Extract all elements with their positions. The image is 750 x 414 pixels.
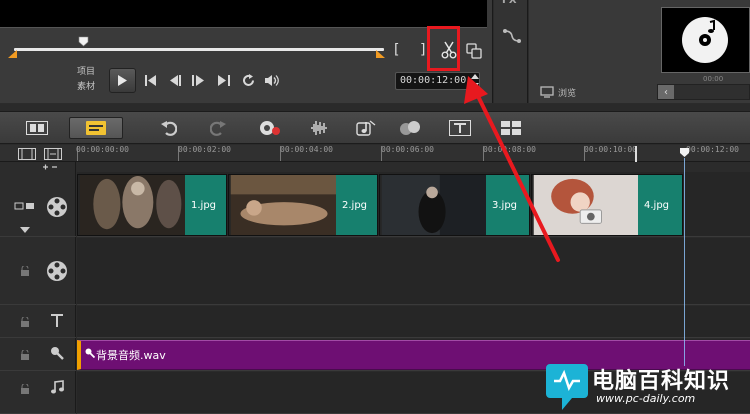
preview-screen — [0, 0, 487, 28]
playhead-handle[interactable] — [679, 147, 690, 158]
redo-icon — [210, 121, 226, 136]
next-frame-button[interactable] — [190, 72, 206, 88]
music-disc-icon — [682, 17, 728, 63]
playhead-line — [684, 158, 685, 366]
scroll-left-button[interactable]: ‹ — [658, 85, 674, 99]
trim-in-marker[interactable] — [8, 50, 17, 58]
lock-icon[interactable] — [20, 384, 30, 394]
volume-button[interactable] — [264, 72, 280, 88]
record-icon — [260, 121, 280, 135]
ruler-marker[interactable] — [635, 146, 637, 162]
overlay-track-lane[interactable] — [77, 238, 750, 305]
previous-frame-button[interactable] — [167, 72, 183, 88]
ruler-tick: 00:00:12:00 — [686, 145, 739, 154]
voice-track-header — [0, 339, 76, 371]
ruler-tick: 00:00:02:00 — [178, 145, 231, 154]
auto-music-icon — [356, 120, 376, 136]
track-visibility-icon[interactable] — [14, 200, 36, 212]
motion-tracking-button[interactable] — [398, 117, 424, 139]
film-reel-icon — [47, 197, 67, 217]
repeat-icon — [242, 73, 254, 86]
transition-icon[interactable] — [502, 28, 522, 44]
lock-icon[interactable] — [20, 350, 30, 360]
clip-label: 2.jpg — [336, 175, 377, 235]
lock-icon[interactable] — [20, 266, 30, 276]
scrub-handle[interactable] — [78, 36, 89, 47]
ruler-tick: 00:00:00:00 — [76, 145, 129, 154]
auto-music-button[interactable] — [353, 117, 379, 139]
ruler-tick: 00:00:10:00 — [584, 145, 637, 154]
highlight-box — [427, 26, 460, 71]
clip-thumbnail — [230, 175, 338, 235]
library-thumbnail[interactable] — [661, 7, 750, 73]
chapter-point-icon[interactable] — [44, 148, 62, 160]
library-thumb-caption: 00:00 — [703, 75, 724, 83]
project-mode-label[interactable]: 项目 — [77, 67, 95, 78]
ruler-tick: 00:00:06:00 — [381, 145, 434, 154]
go-to-end-button[interactable] — [216, 72, 232, 88]
chevron-left-icon: ‹ — [664, 86, 668, 98]
add-track-icon[interactable] — [42, 163, 64, 171]
motion-tracking-icon — [400, 121, 420, 135]
prev-frame-icon — [169, 74, 181, 86]
play-button[interactable] — [109, 68, 136, 93]
clip-mode-label[interactable]: 素材 — [77, 82, 95, 93]
clip-thumbnail — [79, 175, 187, 235]
storyboard-view-button[interactable] — [24, 117, 50, 139]
audio-clip-icon — [85, 348, 95, 358]
annotation-arrow — [464, 76, 560, 262]
fx-label[interactable]: FX — [502, 0, 517, 6]
timeline-view-button[interactable] — [69, 117, 123, 139]
trim-out-marker[interactable] — [376, 50, 385, 58]
overlay-reel-icon — [47, 261, 67, 281]
undo-button[interactable] — [156, 117, 182, 139]
go-to-start-button[interactable] — [143, 72, 159, 88]
timeline-icon — [86, 121, 106, 135]
music-note-icon — [51, 380, 64, 394]
repeat-button[interactable] — [240, 72, 256, 88]
next-frame-icon — [191, 74, 204, 86]
lock-icon[interactable] — [20, 317, 30, 327]
mark-out-button[interactable]: ] — [420, 42, 425, 58]
sound-mixer-button[interactable] — [307, 117, 333, 139]
skip-end-icon — [218, 74, 230, 86]
undo-icon — [161, 121, 177, 136]
microphone-icon — [51, 347, 64, 360]
panel-divider[interactable] — [0, 104, 750, 117]
clip-label: 4.jpg — [638, 175, 682, 235]
mark-in-button[interactable]: [ — [394, 42, 399, 58]
scrub-bar[interactable] — [14, 48, 384, 51]
redo-button[interactable] — [205, 117, 231, 139]
copy-icon[interactable] — [466, 43, 482, 59]
track-manager-icon[interactable] — [18, 148, 36, 160]
photo-clip[interactable]: 1.jpg — [77, 174, 227, 236]
audio-clip-label: 背景音频.wav — [96, 349, 166, 362]
speaker-icon — [265, 74, 279, 86]
title-track-lane[interactable] — [77, 306, 750, 338]
clip-label: 1.jpg — [185, 175, 226, 235]
watermark-title: 电脑百科知识 — [592, 369, 731, 394]
record-capture-button[interactable] — [257, 117, 283, 139]
ruler-tick: 00:00:04:00 — [280, 145, 333, 154]
photo-clip[interactable]: 2.jpg — [228, 174, 378, 236]
title-track-header — [0, 306, 76, 338]
play-icon — [118, 75, 127, 86]
skip-start-icon — [145, 74, 156, 86]
music-track-header — [0, 372, 76, 414]
title-track-icon — [51, 314, 63, 327]
chevron-down-icon[interactable] — [20, 227, 30, 233]
filmstrip-icon — [26, 121, 48, 135]
audio-mix-icon — [311, 121, 327, 135]
watermark-url: www.pc-daily.com — [596, 392, 696, 405]
